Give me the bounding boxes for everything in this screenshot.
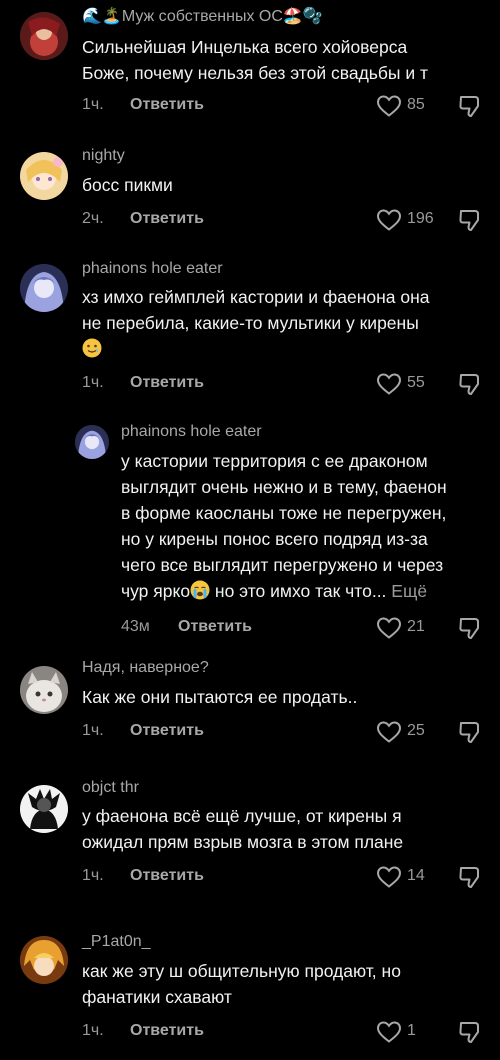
heart-icon	[376, 373, 402, 395]
comment-line: ожидал прям взрыв мозга в этом плане	[82, 832, 404, 852]
username[interactable]: Надя, наверное?	[82, 659, 209, 677]
reply-button[interactable]: Ответить	[178, 618, 252, 636]
reply-button[interactable]: Ответить	[130, 374, 204, 392]
reply-button[interactable]: Ответить	[130, 210, 204, 228]
reply-comment-item: phainons hole eater у кастории территори…	[0, 413, 500, 653]
comment-text: как же эту ш общительную продают, но фан…	[82, 958, 482, 1010]
comment-line: босс пикми	[82, 175, 173, 195]
avatar[interactable]	[20, 936, 68, 984]
comment-line: чего все выглядит перегружено и через	[121, 555, 444, 575]
timestamp: 2ч.	[82, 210, 104, 227]
dislike-icon[interactable]	[457, 719, 483, 745]
username[interactable]: nighty	[82, 147, 125, 165]
dislike-icon[interactable]	[457, 615, 483, 641]
like-count: 196	[407, 210, 434, 227]
dislike-icon[interactable]	[457, 1019, 483, 1045]
like-count: 55	[407, 374, 425, 391]
like-count: 21	[407, 618, 425, 635]
username[interactable]: objct thr	[82, 779, 139, 797]
timestamp: 43м	[121, 618, 150, 635]
dislike-icon[interactable]	[457, 864, 483, 890]
comment-item: objct thr у фаенона всё ещё лучше, от ки…	[0, 773, 500, 918]
username[interactable]: phainons hole eater	[121, 423, 262, 441]
username[interactable]: _P1at0n_	[82, 933, 151, 951]
avatar[interactable]	[75, 425, 109, 459]
avatar[interactable]	[20, 152, 68, 200]
comment-text: у кастории территория с ее драконом выгл…	[121, 448, 491, 604]
like-count: 1	[407, 1022, 416, 1039]
avatar[interactable]	[20, 12, 68, 60]
like-count: 85	[407, 96, 425, 113]
dislike-icon[interactable]	[457, 207, 483, 233]
like-count: 25	[407, 722, 425, 739]
comment-text: Сильнейшая Инцелька всего хойоверса Боже…	[82, 34, 482, 86]
comment-line: Как же они пытаются ее продать..	[82, 687, 358, 707]
heart-icon	[376, 1021, 402, 1043]
comment-line: но у кирены понос всего подряд из-за	[121, 529, 428, 549]
comment-line: выглядит очень нежно и в тему, фаенон	[121, 477, 447, 497]
username[interactable]: phainons hole eater	[82, 260, 223, 278]
timestamp: 1ч.	[82, 722, 104, 739]
timestamp: 1ч.	[82, 374, 104, 391]
comment-line: у фаенона всё ещё лучше, от кирены я	[82, 806, 402, 826]
comment-line	[82, 336, 482, 362]
reply-button[interactable]: Ответить	[130, 1022, 204, 1040]
heart-icon	[376, 866, 402, 888]
comment-line: чур ярко но это имхо так что... Ещё	[121, 578, 491, 604]
comment-item: _P1at0n_ как же эту ш общительную продаю…	[0, 918, 500, 1060]
comment-text: у фаенона всё ещё лучше, от кирены я ожи…	[82, 803, 482, 855]
comment-line: Боже, почему нельзя без этой свадьбы и т	[82, 63, 429, 83]
comment-line: у кастории территория с ее драконом	[121, 451, 428, 471]
reply-button[interactable]: Ответить	[130, 96, 204, 114]
heart-icon	[376, 617, 402, 639]
avatar[interactable]	[20, 264, 68, 312]
comment-line: фанатики схавают	[82, 987, 232, 1007]
comment-item: phainons hole eater хз имхо геймплей кас…	[0, 248, 500, 413]
comment-text: Как же они пытаются ее продать..	[82, 684, 482, 710]
heart-icon	[376, 721, 402, 743]
comment-text: хз имхо геймплей кастории и фаенона она …	[82, 284, 482, 362]
avatar[interactable]	[20, 666, 68, 714]
comment-text-fragment: чур ярко	[121, 581, 191, 601]
see-more-link[interactable]: Ещё	[391, 581, 427, 601]
comment-text-fragment: но это имхо так что...	[210, 581, 387, 601]
heart-icon	[376, 95, 402, 117]
like-count: 14	[407, 867, 425, 884]
comment-text: босс пикми	[82, 172, 482, 198]
username[interactable]: 🌊🏝️Муж собственных ОС🏖️🫧	[82, 6, 323, 26]
comment-item: nighty босс пикми 2ч. Ответить 196	[0, 135, 500, 248]
comment-line: Сильнейшая Инцелька всего хойоверса	[82, 37, 408, 57]
dislike-icon[interactable]	[457, 371, 483, 397]
crying-emoji-icon	[190, 580, 210, 600]
reply-button[interactable]: Ответить	[130, 722, 204, 740]
comment-line: как же эту ш общительную продают, но	[82, 961, 401, 981]
dislike-icon[interactable]	[457, 93, 483, 119]
comment-line: хз имхо геймплей кастории и фаенона она	[82, 287, 430, 307]
comment-item: 🌊🏝️Муж собственных ОС🏖️🫧 Сильнейшая Инце…	[0, 0, 500, 135]
timestamp: 1ч.	[82, 1022, 104, 1039]
timestamp: 1ч.	[82, 96, 104, 113]
timestamp: 1ч.	[82, 867, 104, 884]
comment-line: в форме каосланы тоже не перегружен,	[121, 503, 447, 523]
heart-icon	[376, 209, 402, 231]
comment-line: не перебила, какие-то мультики у кирены	[82, 313, 419, 333]
smiling-tear-emoji-icon	[82, 338, 102, 358]
reply-button[interactable]: Ответить	[130, 867, 204, 885]
avatar[interactable]	[20, 785, 68, 833]
comments-feed: 🌊🏝️Муж собственных ОС🏖️🫧 Сильнейшая Инце…	[0, 0, 500, 1060]
comment-item: Надя, наверное? Как же они пытаются ее п…	[0, 653, 500, 773]
